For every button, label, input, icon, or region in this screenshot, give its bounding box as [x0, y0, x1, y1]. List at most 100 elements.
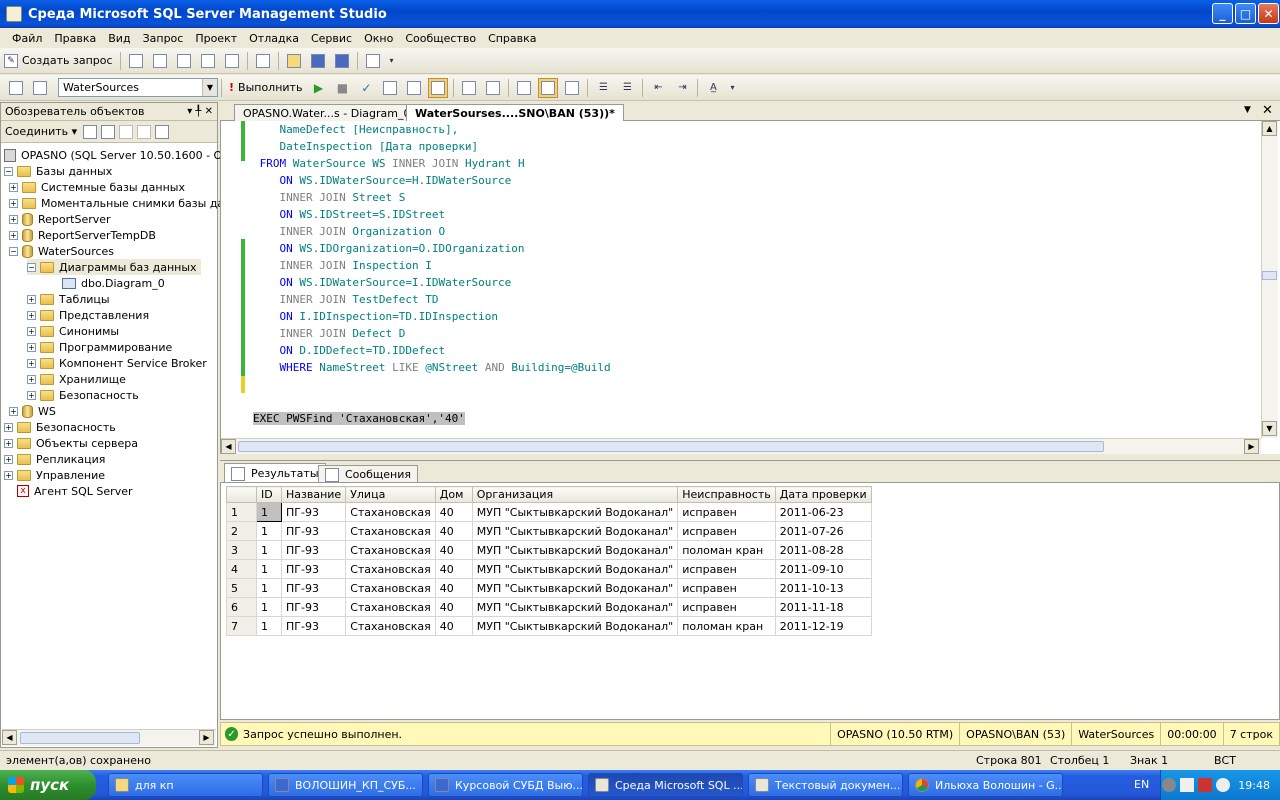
table-cell[interactable]: 40: [434, 502, 473, 522]
row-number[interactable]: 4: [226, 559, 257, 579]
expand-icon[interactable]: +: [27, 310, 36, 320]
scroll-right-icon[interactable]: ▶: [1244, 439, 1259, 454]
tree-node-tables[interactable]: + Таблицы: [27, 291, 110, 307]
connect-dropdown[interactable]: Соединить ▾: [5, 125, 77, 138]
expand-icon[interactable]: +: [9, 230, 18, 240]
tree-server-node[interactable]: OPASNO (SQL Server 10.50.1600 - OPASN: [4, 147, 251, 163]
table-cell[interactable]: 2011-06-23: [774, 502, 872, 522]
expand-icon[interactable]: +: [4, 454, 13, 464]
table-cell[interactable]: МУП "Сыктывкарский Водоканал": [471, 502, 679, 522]
connect-oe-icon[interactable]: [83, 124, 98, 139]
scroll-up-icon[interactable]: ▲: [1262, 121, 1277, 136]
menu-edit[interactable]: Правка: [48, 32, 102, 45]
new-query-button[interactable]: Создать запрос: [22, 54, 113, 67]
database-select[interactable]: WaterSources ▼: [58, 78, 218, 97]
mdx-query-icon[interactable]: [150, 51, 170, 71]
table-cell[interactable]: поломан кран: [677, 540, 776, 560]
tree-node-databases[interactable]: − Базы данных: [4, 163, 112, 179]
table-cell[interactable]: 1: [256, 521, 282, 541]
menu-community[interactable]: Сообщество: [399, 32, 482, 45]
scroll-down-icon[interactable]: ▼: [1262, 421, 1277, 436]
table-cell[interactable]: 40: [434, 597, 473, 617]
expand-icon[interactable]: +: [27, 342, 36, 352]
tab-results[interactable]: Результаты: [224, 463, 326, 483]
table-cell[interactable]: МУП "Сыктывкарский Водоканал": [471, 559, 679, 579]
activity-monitor-icon[interactable]: [363, 51, 383, 71]
execute-button[interactable]: Выполнить: [238, 81, 302, 94]
table-cell[interactable]: 2011-12-19: [774, 616, 872, 636]
table-cell[interactable]: исправен: [677, 559, 776, 579]
tree-node-programmability[interactable]: + Программирование: [27, 339, 172, 355]
results-grid[interactable]: ID Название Улица Дом Организация Неиспр…: [220, 482, 1280, 720]
tab-close-icon[interactable]: ✕: [1262, 103, 1273, 118]
stop-oe-icon[interactable]: [119, 124, 134, 139]
expand-icon[interactable]: +: [9, 198, 18, 208]
expand-icon[interactable]: +: [27, 358, 36, 368]
display-plan-icon[interactable]: [380, 78, 400, 98]
tab-query[interactable]: WaterSourses....SNO\BAN (53))*: [406, 104, 624, 121]
disconnect-icon[interactable]: [101, 124, 116, 139]
table-cell[interactable]: поломан кран: [677, 616, 776, 636]
tree-node-synonyms[interactable]: + Синонимы: [27, 323, 119, 339]
xmla-query-icon[interactable]: [198, 51, 218, 71]
start-button[interactable]: пуск: [0, 770, 96, 800]
object-explorer-scrollbar[interactable]: ◀ ▶: [2, 729, 216, 746]
refresh-icon[interactable]: [155, 124, 170, 139]
table-cell[interactable]: МУП "Сыктывкарский Водоканал": [471, 616, 679, 636]
connect-icon[interactable]: [6, 78, 26, 98]
scroll-right-icon[interactable]: ▶: [199, 730, 214, 745]
tree-node-service-broker[interactable]: + Компонент Service Broker: [27, 355, 207, 371]
table-cell[interactable]: 2011-11-18: [774, 597, 872, 617]
table-cell[interactable]: 40: [434, 559, 473, 579]
chevron-down-icon[interactable]: ▼: [202, 79, 217, 96]
table-cell[interactable]: ПГ-93: [280, 502, 347, 522]
table-cell[interactable]: 1: [256, 559, 282, 579]
expand-icon[interactable]: +: [9, 406, 18, 416]
table-cell[interactable]: исправен: [677, 502, 776, 522]
table-cell[interactable]: ПГ-93: [280, 521, 347, 541]
table-cell[interactable]: Стахановская: [345, 559, 436, 579]
debug-play-icon[interactable]: ▶: [308, 78, 328, 98]
table-cell[interactable]: МУП "Сыктывкарский Водоканал": [471, 597, 679, 617]
row-number[interactable]: 7: [226, 616, 257, 636]
tray-app-icon[interactable]: [1180, 778, 1195, 792]
results-to-text-icon[interactable]: [428, 77, 449, 98]
column-header[interactable]: Название: [280, 486, 347, 503]
stop-icon[interactable]: ■: [332, 78, 352, 98]
specify-values-icon[interactable]: A̲: [703, 78, 723, 98]
table-cell[interactable]: ПГ-93: [280, 578, 347, 598]
save-icon[interactable]: [308, 51, 328, 71]
table-cell[interactable]: 1: [256, 578, 282, 598]
open-folder-icon[interactable]: [284, 51, 304, 71]
scroll-left-icon[interactable]: ◀: [2, 730, 17, 745]
comment-icon[interactable]: ☰: [593, 78, 613, 98]
table-cell[interactable]: Стахановская: [345, 578, 436, 598]
change-connection-icon[interactable]: [30, 78, 50, 98]
column-header[interactable]: Организация: [471, 486, 679, 503]
menu-query[interactable]: Запрос: [137, 32, 190, 45]
task-button-active[interactable]: Среда Microsoft SQL ...: [588, 773, 743, 797]
table-row[interactable]: 1 1 ПГ-93 Стахановская 40 МУП "Сыктывкарский …: [226, 502, 872, 522]
table-cell[interactable]: МУП "Сыктывкарский Водоканал": [471, 521, 679, 541]
menu-help[interactable]: Справка: [482, 32, 542, 45]
tree-node-sql-agent[interactable]: x Агент SQL Server: [4, 483, 133, 499]
client-stats-icon[interactable]: [483, 78, 503, 98]
expand-icon[interactable]: +: [9, 214, 18, 224]
menu-tools[interactable]: Сервис: [305, 32, 358, 45]
tray-app-icon[interactable]: [1198, 778, 1213, 792]
column-header[interactable]: Дом: [434, 486, 473, 503]
panel-pin-close-icon[interactable]: ▾ ╀ ✕: [187, 106, 217, 117]
tray-app-icon[interactable]: [1216, 778, 1231, 792]
expand-icon[interactable]: +: [27, 390, 36, 400]
sql-editor[interactable]: NameDefect [Неисправность], DateInspecti…: [220, 121, 1280, 454]
language-indicator[interactable]: EN: [1134, 778, 1149, 791]
sqlce-query-icon[interactable]: [222, 51, 242, 71]
parse-check-icon[interactable]: ✓: [356, 78, 376, 98]
tray-app-icon[interactable]: [1162, 778, 1177, 792]
table-cell[interactable]: 2011-09-10: [774, 559, 872, 579]
menu-view[interactable]: Вид: [102, 32, 136, 45]
uncomment-icon[interactable]: ☰: [617, 78, 637, 98]
expand-icon[interactable]: +: [27, 374, 36, 384]
toolbar-options-icon[interactable]: ▾: [727, 78, 737, 98]
toolbar-options-icon[interactable]: ▾: [387, 51, 397, 71]
